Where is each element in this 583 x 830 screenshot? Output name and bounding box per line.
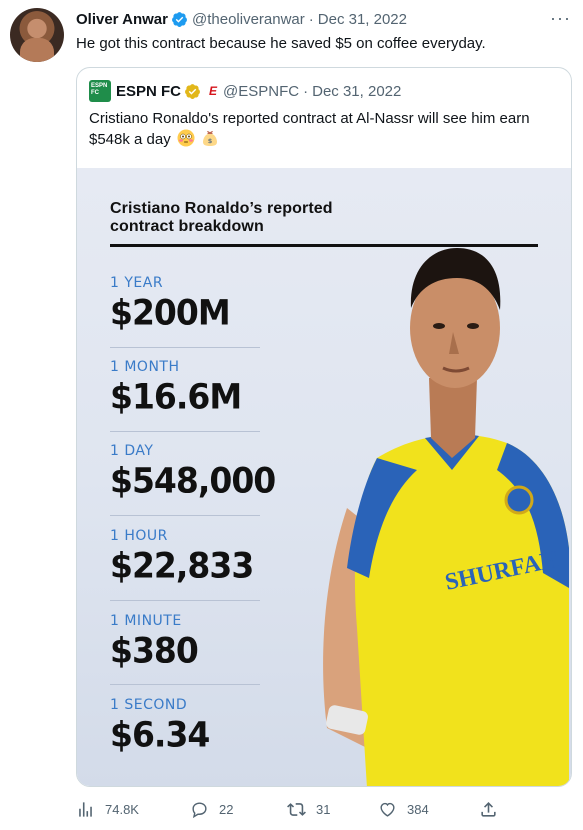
- stat-divider: [110, 431, 260, 432]
- flushed-face-icon: [177, 129, 195, 147]
- separator-dot: ·: [303, 82, 309, 100]
- stat-day: 1 DAY $548,000: [110, 443, 276, 501]
- like-count: 384: [407, 802, 429, 817]
- quoted-tweet-text: Cristiano Ronaldo's reported contract at…: [89, 109, 565, 150]
- stat-label: 1 SECOND: [110, 697, 188, 713]
- reply-count: 22: [219, 802, 234, 817]
- stat-divider: [110, 515, 260, 516]
- heart-icon: [380, 802, 395, 817]
- contract-breakdown-graphic[interactable]: Cristiano Ronaldo’s reported contract br…: [77, 168, 571, 786]
- tweet: Oliver Anwar @theoliveranwar · Dec 31, 2…: [0, 0, 583, 830]
- retweet-icon: [287, 803, 306, 816]
- views-button[interactable]: 74.8K: [76, 800, 139, 819]
- views-count: 74.8K: [105, 802, 139, 817]
- stat-value: $200M: [110, 292, 231, 333]
- stat-divider: [110, 347, 260, 348]
- avatar[interactable]: [10, 8, 64, 62]
- tweet-date[interactable]: Dec 31, 2022: [318, 11, 407, 28]
- author-name[interactable]: Oliver Anwar: [76, 11, 168, 28]
- player-photo: SHURFAH: [323, 248, 569, 786]
- stat-second: 1 SECOND $6.34: [110, 697, 210, 755]
- separator-dot: ·: [308, 10, 314, 28]
- quoted-author-name[interactable]: ESPN FC: [116, 83, 181, 100]
- stat-label: 1 MONTH: [110, 359, 180, 375]
- share-button[interactable]: [479, 800, 508, 819]
- graphic-title-line-1: Cristiano Ronaldo’s reported: [110, 200, 333, 217]
- quoted-text-body: Cristiano Ronaldo's reported contract at…: [89, 110, 530, 148]
- stat-divider: [110, 600, 260, 601]
- graphic-title-line-2: contract breakdown: [110, 218, 264, 235]
- stat-value: $548,000: [110, 460, 276, 501]
- avatar-figure: [20, 38, 54, 62]
- quoted-tweet-date: Dec 31, 2022: [312, 82, 402, 100]
- espn-affiliate-icon: E: [209, 84, 218, 98]
- stat-minute: 1 MINUTE $380: [110, 613, 199, 671]
- svg-text:$: $: [208, 137, 213, 145]
- stat-label: 1 YEAR: [110, 275, 164, 291]
- retweet-count: 31: [316, 802, 331, 817]
- money-bag-icon: $: [203, 131, 218, 146]
- tweet-text: He got this contract because he saved $5…: [76, 35, 486, 52]
- quoted-author-handle[interactable]: @ESPNFC: [223, 83, 299, 100]
- stat-value: $6.34: [110, 714, 210, 755]
- espn-logo-text: ESPN: [91, 83, 108, 89]
- stat-value: $22,833: [110, 545, 254, 586]
- reply-button[interactable]: 22: [190, 800, 233, 819]
- stat-value: $380: [110, 630, 199, 671]
- gold-verified-badge-icon: [185, 83, 200, 99]
- stat-label: 1 HOUR: [110, 528, 168, 544]
- tweet-actions-bar: 74.8K 22 31 384: [76, 800, 496, 822]
- share-icon: [481, 802, 496, 817]
- verified-badge-icon: [172, 11, 187, 27]
- stat-value: $16.6M: [110, 376, 242, 417]
- stat-label: 1 MINUTE: [110, 613, 182, 629]
- fc-logo-text: FC: [91, 90, 99, 96]
- author-handle[interactable]: @theoliveranwar: [192, 11, 305, 28]
- like-button[interactable]: 384: [378, 800, 429, 819]
- stat-month: 1 MONTH $16.6M: [110, 359, 242, 417]
- stat-hour: 1 HOUR $22,833: [110, 528, 254, 586]
- quoted-tweet-header: ESPN FC ESPN FC E @ESPNFC · Dec 31, 2022: [89, 80, 402, 102]
- more-options-icon[interactable]: ···: [550, 8, 571, 29]
- retweet-button[interactable]: 31: [287, 800, 330, 819]
- views-chart-icon: [79, 802, 92, 817]
- stat-label: 1 DAY: [110, 443, 154, 459]
- stat-year: 1 YEAR $200M: [110, 275, 231, 333]
- tweet-header: Oliver Anwar @theoliveranwar · Dec 31, 2…: [76, 9, 407, 29]
- espn-fc-avatar[interactable]: ESPN FC: [89, 80, 111, 102]
- quoted-tweet[interactable]: ESPN FC ESPN FC E @ESPNFC · Dec 31, 2022…: [76, 67, 572, 787]
- graphic-title: Cristiano Ronaldo’s reported contract br…: [110, 200, 333, 236]
- reply-bubble-icon: [192, 802, 207, 819]
- stat-divider: [110, 684, 260, 685]
